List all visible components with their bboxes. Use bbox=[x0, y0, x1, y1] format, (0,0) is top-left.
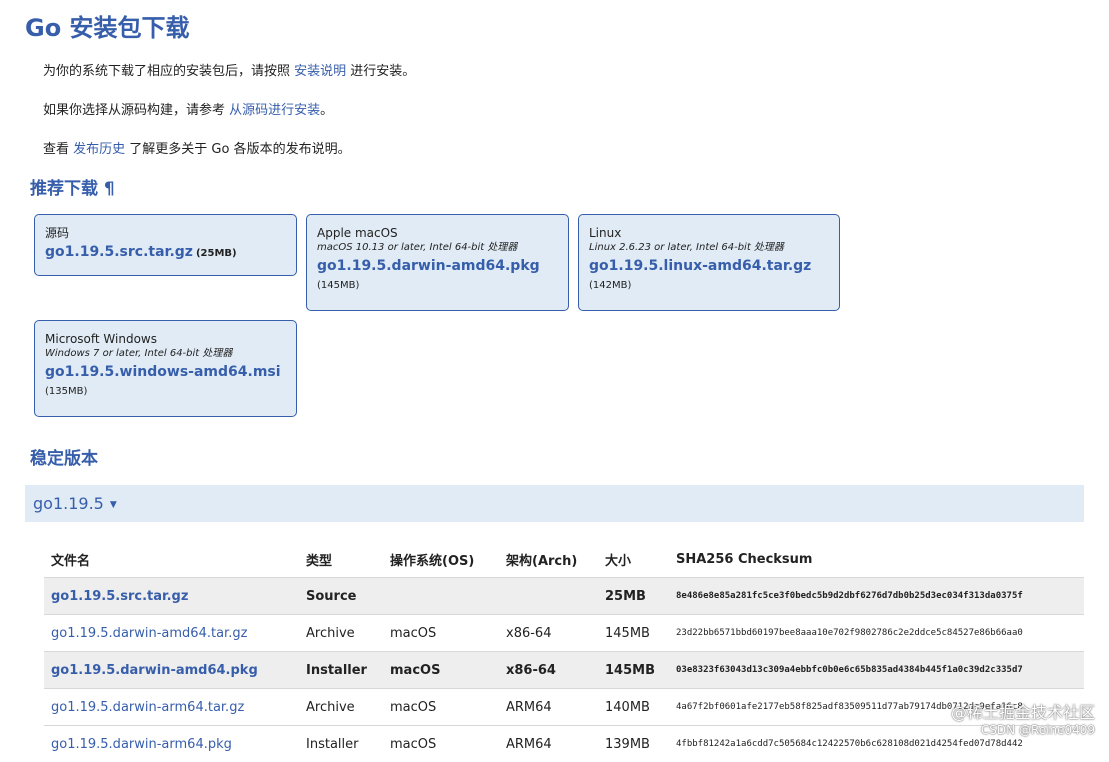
card-requirement: Linux 2.6.23 or later, Intel 64-bit 处理器 bbox=[589, 241, 829, 255]
header-kind: 类型 bbox=[299, 541, 383, 578]
file-size: 145MB bbox=[598, 615, 669, 652]
file-arch: x86-64 bbox=[499, 652, 598, 689]
card-filename[interactable]: go1.19.5.darwin-amd64.pkg bbox=[317, 255, 558, 277]
table-row: go1.19.5.src.tar.gz Source 25MB 8e486e8e… bbox=[44, 578, 1084, 615]
file-checksum: 23d22bb6571bbd60197bee8aaa10e702f9802786… bbox=[669, 615, 1084, 652]
install-instructions-link[interactable]: 安装说明 bbox=[294, 64, 346, 79]
file-kind: Archive bbox=[299, 615, 383, 652]
card-size: (145MB) bbox=[317, 280, 558, 291]
watermark: @稀土掘金技术社区 CSDN @Reine0409 bbox=[951, 703, 1095, 737]
card-os-label: Linux bbox=[589, 225, 829, 241]
file-os: macOS bbox=[383, 726, 499, 762]
file-kind: Source bbox=[299, 578, 383, 615]
install-instructions-text: 为你的系统下载了相应的安装包后，请按照 安装说明 进行安装。 bbox=[43, 60, 415, 79]
file-arch bbox=[499, 578, 598, 615]
build-from-source-link[interactable]: 从源码进行安装 bbox=[229, 103, 320, 118]
file-size: 145MB bbox=[598, 652, 669, 689]
caret-down-icon: ▼ bbox=[110, 500, 117, 510]
file-os: macOS bbox=[383, 689, 499, 726]
build-from-source-text: 如果你选择从源码构建，请参考 从源码进行安装。 bbox=[43, 99, 333, 118]
table-row: go1.19.5.darwin-amd64.tar.gz Archive mac… bbox=[44, 615, 1084, 652]
card-size: (135MB) bbox=[45, 386, 286, 397]
file-checksum: 03e8323f63043d13c309a4ebbfc0b0e6c65b835a… bbox=[669, 652, 1084, 689]
table-header-row: 文件名 类型 操作系统(OS) 架构(Arch) 大小 SHA256 Check… bbox=[44, 541, 1084, 578]
file-arch: ARM64 bbox=[499, 726, 598, 762]
file-size: 139MB bbox=[598, 726, 669, 762]
header-size: 大小 bbox=[598, 541, 669, 578]
file-link[interactable]: go1.19.5.darwin-arm64.pkg bbox=[44, 726, 299, 762]
file-link[interactable]: go1.19.5.darwin-amd64.tar.gz bbox=[44, 615, 299, 652]
table-row: go1.19.5.darwin-arm64.pkg Installer macO… bbox=[44, 726, 1084, 762]
download-card-macos[interactable]: Apple macOS macOS 10.13 or later, Intel … bbox=[306, 214, 569, 311]
card-requirement: Windows 7 or later, Intel 64-bit 处理器 bbox=[45, 347, 286, 361]
table-row: go1.19.5.darwin-arm64.tar.gz Archive mac… bbox=[44, 689, 1084, 726]
file-kind: Installer bbox=[299, 652, 383, 689]
card-filename[interactable]: go1.19.5.linux-amd64.tar.gz bbox=[589, 255, 829, 277]
download-card-windows[interactable]: Microsoft Windows Windows 7 or later, In… bbox=[34, 320, 297, 417]
file-arch: ARM64 bbox=[499, 689, 598, 726]
card-os-label: Apple macOS bbox=[317, 225, 558, 241]
version-toggle[interactable]: go1.19.5 ▼ bbox=[25, 485, 1084, 522]
card-filename[interactable]: go1.19.5.src.tar.gz bbox=[45, 244, 193, 260]
file-size: 25MB bbox=[598, 578, 669, 615]
version-label: go1.19.5 bbox=[33, 494, 104, 513]
file-arch: x86-64 bbox=[499, 615, 598, 652]
file-link[interactable]: go1.19.5.src.tar.gz bbox=[44, 578, 299, 615]
header-checksum: SHA256 Checksum bbox=[669, 541, 1084, 578]
release-history-text: 查看 发布历史 了解更多关于 Go 各版本的发布说明。 bbox=[43, 138, 351, 157]
downloads-table: 文件名 类型 操作系统(OS) 架构(Arch) 大小 SHA256 Check… bbox=[44, 541, 1084, 762]
file-os: macOS bbox=[383, 652, 499, 689]
file-link[interactable]: go1.19.5.darwin-arm64.tar.gz bbox=[44, 689, 299, 726]
header-arch: 架构(Arch) bbox=[499, 541, 598, 578]
download-card-source[interactable]: 源码 go1.19.5.src.tar.gz(25MB) bbox=[34, 214, 297, 276]
file-os: macOS bbox=[383, 615, 499, 652]
featured-downloads-heading: 推荐下载 ¶ bbox=[30, 174, 115, 199]
stable-versions-heading: 稳定版本 bbox=[30, 444, 98, 469]
file-kind: Archive bbox=[299, 689, 383, 726]
file-kind: Installer bbox=[299, 726, 383, 762]
watermark-line2: CSDN @Reine0409 bbox=[951, 723, 1095, 737]
watermark-line1: @稀土掘金技术社区 bbox=[951, 703, 1095, 723]
card-filename[interactable]: go1.19.5.windows-amd64.msi bbox=[45, 361, 286, 383]
file-link[interactable]: go1.19.5.darwin-amd64.pkg bbox=[44, 652, 299, 689]
header-filename: 文件名 bbox=[44, 541, 299, 578]
page-title: Go 安装包下载 bbox=[25, 8, 190, 43]
download-card-linux[interactable]: Linux Linux 2.6.23 or later, Intel 64-bi… bbox=[578, 214, 840, 311]
header-os: 操作系统(OS) bbox=[383, 541, 499, 578]
file-os bbox=[383, 578, 499, 615]
card-requirement: macOS 10.13 or later, Intel 64-bit 处理器 bbox=[317, 241, 558, 255]
card-os-label: Microsoft Windows bbox=[45, 331, 286, 347]
file-checksum: 8e486e8e85a281fc5ce3f0bedc5b9d2dbf6276d7… bbox=[669, 578, 1084, 615]
file-size: 140MB bbox=[598, 689, 669, 726]
card-size: (25MB) bbox=[196, 248, 237, 259]
release-history-link[interactable]: 发布历史 bbox=[73, 142, 125, 157]
card-os-label: 源码 bbox=[45, 225, 286, 241]
table-row: go1.19.5.darwin-amd64.pkg Installer macO… bbox=[44, 652, 1084, 689]
card-size: (142MB) bbox=[589, 280, 829, 291]
